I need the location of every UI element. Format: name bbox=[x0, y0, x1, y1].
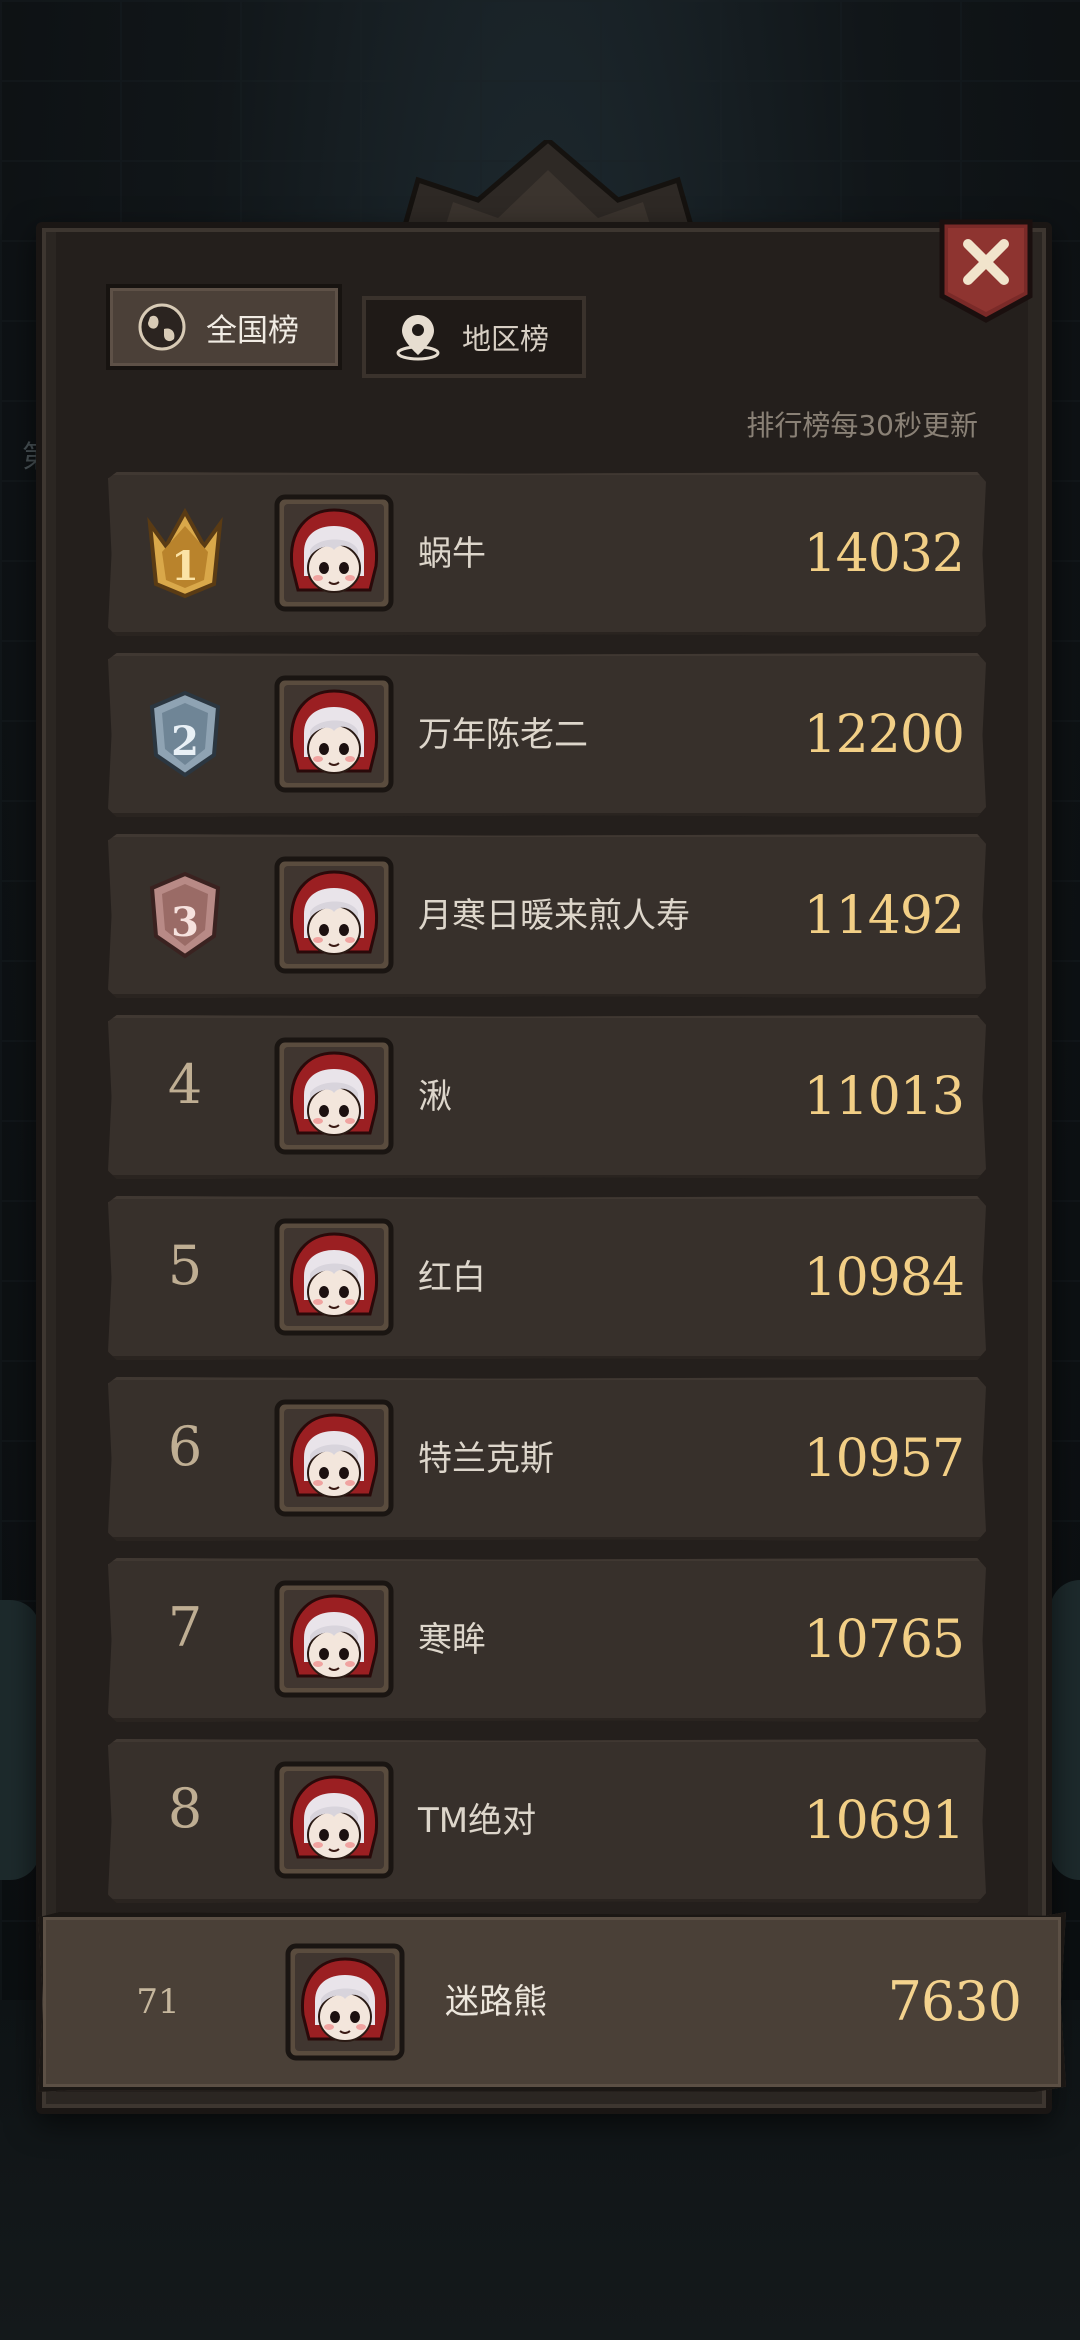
leaderboard-row[interactable]: 1 蜗牛 14032 bbox=[108, 472, 986, 636]
refresh-note: 排行榜每30秒更新 bbox=[746, 409, 978, 442]
avatar[interactable] bbox=[274, 675, 394, 793]
tab-region[interactable]: 地区榜 bbox=[362, 296, 586, 378]
player-name: 万年陈老二 bbox=[418, 715, 588, 755]
player-score: 11013 bbox=[803, 1067, 965, 1127]
avatar[interactable] bbox=[274, 1761, 394, 1879]
player-score: 14032 bbox=[803, 524, 965, 584]
leaderboard-row[interactable]: 2 万年陈老二 12200 bbox=[108, 653, 986, 817]
rock-decoration-left bbox=[0, 1600, 40, 1880]
leaderboard-row[interactable]: 3 月寒日暖来煎人寿 11492 bbox=[108, 834, 986, 998]
player-name: 红白 bbox=[418, 1258, 486, 1298]
player-score: 10984 bbox=[803, 1248, 965, 1308]
avatar[interactable] bbox=[274, 856, 394, 974]
my-rank-row[interactable]: 71 迷路熊 7630 bbox=[38, 1912, 1066, 2092]
gold-crown-badge-icon: 1 bbox=[147, 507, 223, 599]
rank-number: 4 bbox=[167, 1053, 203, 1116]
avatar[interactable] bbox=[274, 1580, 394, 1698]
leaderboard-row[interactable]: 8 TM绝对 10691 bbox=[108, 1739, 986, 1903]
player-name: 特兰克斯 bbox=[418, 1439, 554, 1479]
rank-number: 8 bbox=[167, 1777, 203, 1840]
my-rank-number: 71 bbox=[136, 1982, 180, 2022]
player-name: 寒眸 bbox=[418, 1620, 486, 1660]
leaderboard-row[interactable]: 4 湫 11013 bbox=[108, 1015, 986, 1179]
leaderboard-row[interactable]: 6 特兰克斯 10957 bbox=[108, 1377, 986, 1541]
player-score: 11492 bbox=[803, 886, 965, 946]
avatar[interactable] bbox=[274, 1218, 394, 1336]
rank-number: 6 bbox=[167, 1415, 203, 1478]
player-name: TM绝对 bbox=[418, 1801, 537, 1841]
avatar[interactable] bbox=[274, 494, 394, 612]
my-player-name: 迷路熊 bbox=[445, 1982, 547, 2022]
my-avatar[interactable] bbox=[285, 1943, 405, 2061]
tab-national[interactable]: 全国榜 bbox=[106, 284, 342, 370]
location-pin-icon bbox=[396, 315, 440, 361]
globe-icon bbox=[138, 303, 186, 351]
avatar[interactable] bbox=[274, 1037, 394, 1155]
avatar[interactable] bbox=[274, 1399, 394, 1517]
player-score: 10957 bbox=[803, 1429, 965, 1489]
rock-decoration-right bbox=[1050, 1580, 1080, 1880]
player-name: 湫 bbox=[418, 1077, 452, 1117]
tab-national-label: 全国榜 bbox=[206, 312, 299, 349]
leaderboard-row[interactable]: 5 红白 10984 bbox=[108, 1196, 986, 1360]
player-score: 10691 bbox=[803, 1791, 965, 1851]
svg-text:1: 1 bbox=[171, 543, 199, 590]
leaderboard-list: 1 蜗牛 14032 2 万年陈老二 12200 3 月寒日暖来煎人寿 1149… bbox=[108, 472, 986, 1920]
player-name: 蜗牛 bbox=[418, 534, 486, 574]
player-score: 10765 bbox=[803, 1610, 965, 1670]
close-button[interactable] bbox=[938, 218, 1034, 324]
player-name: 月寒日暖来煎人寿 bbox=[418, 896, 690, 936]
svg-text:3: 3 bbox=[171, 899, 199, 946]
player-score: 12200 bbox=[803, 705, 965, 765]
tab-region-label: 地区榜 bbox=[462, 322, 550, 356]
leaderboard-row[interactable]: 7 寒眸 10765 bbox=[108, 1558, 986, 1722]
my-player-score: 7630 bbox=[887, 1970, 1022, 2033]
rank-number: 7 bbox=[167, 1596, 203, 1659]
silver-shield-badge-icon: 2 bbox=[149, 690, 221, 778]
rank-number: 5 bbox=[167, 1234, 203, 1297]
svg-text:2: 2 bbox=[171, 718, 199, 765]
bronze-shield-badge-icon: 3 bbox=[149, 871, 221, 959]
